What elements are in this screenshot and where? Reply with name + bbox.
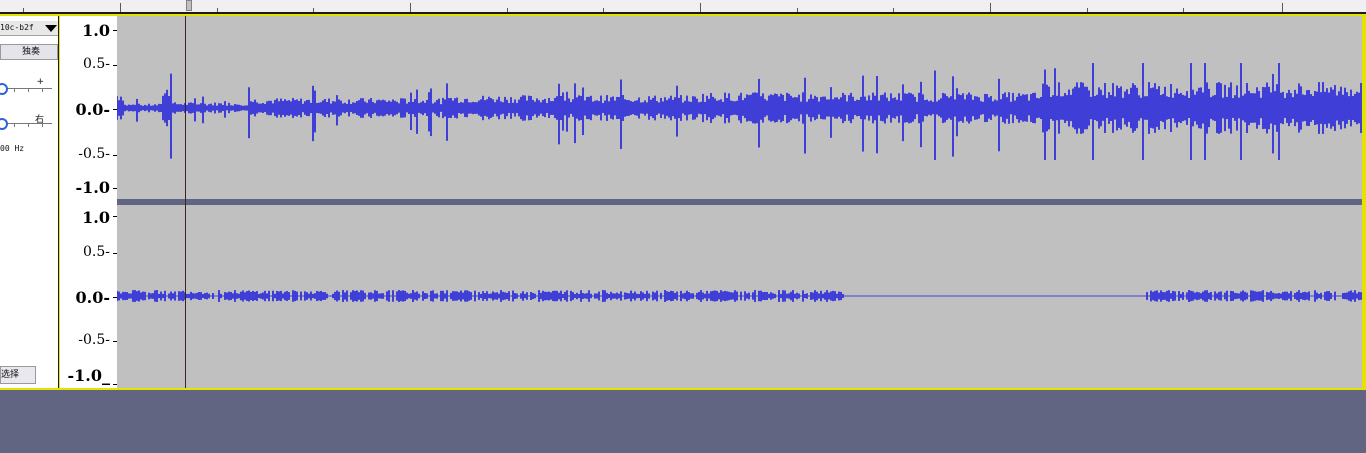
ruler-top-1-0: 1.0 <box>82 21 110 40</box>
ruler-top-0-0: 0.0- <box>75 100 110 119</box>
ruler-bottom-neg-0-5: -0.5- <box>78 332 110 348</box>
ruler-top-0-5: 0.5- <box>83 56 110 72</box>
ruler-tick <box>1282 3 1283 12</box>
gain-slider[interactable]: + <box>0 77 58 96</box>
ruler-bottom-0-0: 0.0- <box>75 288 110 307</box>
ruler-tick <box>120 3 121 12</box>
waveform-area[interactable] <box>117 16 1362 388</box>
gain-slider-thumb[interactable] <box>0 83 8 95</box>
vertical-amplitude-ruler[interactable]: 1.0 0.5- 0.0- -0.5- -1.0 1.0 0.5- 0.0- -… <box>60 16 117 388</box>
channel-separator <box>117 199 1362 205</box>
pan-slider[interactable]: 右 <box>0 115 58 131</box>
ruler-tick <box>700 3 701 12</box>
ruler-top-neg-1-0: -1.0 <box>75 178 110 197</box>
track-control-panel[interactable]: 10c-b2f 独奏 + 右 00 Hz 选择 <box>0 16 59 388</box>
ruler-tick <box>217 8 218 12</box>
ruler-tick <box>603 8 604 12</box>
track-name-label: 10c-b2f <box>0 23 34 32</box>
ruler-tick <box>990 3 991 12</box>
solo-button[interactable]: 独奏 <box>0 44 58 60</box>
pan-slider-thumb[interactable] <box>0 118 8 130</box>
playhead-marker[interactable] <box>186 0 192 11</box>
ruler-tick <box>313 8 314 12</box>
edit-cursor-line <box>185 16 186 388</box>
ruler-tick <box>23 8 24 12</box>
ruler-tick <box>1183 8 1184 12</box>
gain-plus-label: + <box>36 77 44 87</box>
ruler-top-neg-0-5: -0.5- <box>78 146 110 162</box>
dropdown-triangle-icon[interactable] <box>45 25 57 32</box>
ruler-tick <box>507 8 508 12</box>
track-name-menu[interactable]: 10c-b2f <box>0 21 58 36</box>
sample-rate-label: 00 Hz <box>0 144 25 153</box>
ruler-bottom-0-5: 0.5- <box>83 244 110 260</box>
select-button[interactable]: 选择 <box>0 366 36 384</box>
ruler-bottom-1-0: 1.0 <box>82 208 110 227</box>
ruler-bottom-neg-1-0: -1.0_ <box>67 366 110 385</box>
ruler-tick <box>410 3 411 12</box>
ruler-tick <box>797 8 798 12</box>
ruler-tick <box>1087 8 1088 12</box>
timeline-ruler[interactable] <box>0 0 1366 14</box>
waveform-canvas[interactable] <box>117 16 1362 388</box>
ruler-tick <box>893 8 894 12</box>
